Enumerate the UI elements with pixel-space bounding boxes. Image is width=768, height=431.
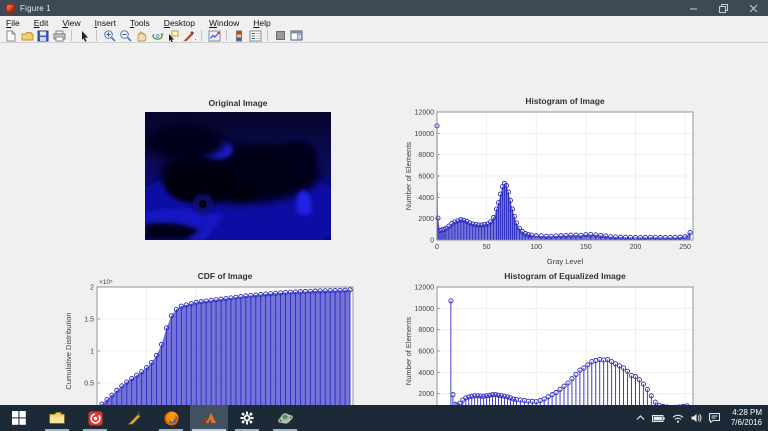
globe-app-icon[interactable]: [266, 405, 304, 431]
menu-edit[interactable]: Edit: [34, 18, 49, 28]
menu-view[interactable]: View: [62, 18, 80, 28]
svg-text:4000: 4000: [418, 370, 434, 377]
legend-icon[interactable]: [248, 29, 262, 42]
figure-canvas: Original Image 0 50 100 150 200 250 0 20…: [0, 44, 768, 426]
toolbar-separator: [96, 30, 97, 41]
svg-text:0: 0: [430, 238, 434, 245]
svg-text:200: 200: [630, 244, 642, 251]
toolbar-separator: [71, 30, 72, 41]
menu-file[interactable]: File: [6, 18, 20, 28]
data-cursor-icon[interactable]: [166, 29, 180, 42]
menu-tools[interactable]: Tools: [130, 18, 150, 28]
brush-icon[interactable]: [182, 29, 196, 42]
minimize-button[interactable]: [678, 0, 708, 16]
y-axis-label: Number of Elements: [404, 142, 413, 211]
svg-text:6000: 6000: [418, 174, 434, 181]
taskbar-clock[interactable]: 4:28 PM 7/6/2016: [727, 408, 762, 428]
menu-desktop[interactable]: Desktop: [164, 18, 195, 28]
svg-text:12000: 12000: [415, 110, 435, 117]
close-button[interactable]: [738, 0, 768, 16]
menu-bar: File Edit View Insert Tools Desktop Window Help: [0, 16, 768, 29]
chart-title: CDF of Image: [198, 271, 253, 281]
new-file-icon[interactable]: [4, 29, 18, 42]
firefox-icon[interactable]: [152, 405, 190, 431]
svg-text:100: 100: [530, 244, 542, 251]
maximize-button[interactable]: [708, 0, 738, 16]
hide-plot-tools-icon[interactable]: [273, 29, 287, 42]
svg-text:12000: 12000: [415, 285, 435, 292]
svg-text:×10⁵: ×10⁵: [99, 279, 113, 286]
chart-title: Histogram of Image: [525, 96, 605, 106]
svg-text:1: 1: [90, 349, 94, 356]
open-folder-icon[interactable]: [20, 29, 34, 42]
settings-gear-icon[interactable]: [228, 405, 266, 431]
zoom-in-icon[interactable]: [102, 29, 116, 42]
title-bar[interactable]: Figure 1: [0, 0, 768, 16]
show-plot-tools-icon[interactable]: [289, 29, 303, 42]
menu-help[interactable]: Help: [253, 18, 270, 28]
svg-text:10000: 10000: [415, 306, 435, 313]
subplot-original-image: Original Image: [110, 92, 370, 252]
chevron-up-icon[interactable]: [636, 413, 645, 423]
svg-text:6000: 6000: [418, 349, 434, 356]
svg-text:1.5: 1.5: [84, 317, 94, 324]
y-axis-label: Number of Elements: [404, 317, 413, 386]
y-axis-label: Cumulative Distribution: [64, 312, 73, 389]
svg-text:4000: 4000: [418, 195, 434, 202]
svg-text:250: 250: [679, 244, 691, 251]
svg-text:10000: 10000: [415, 131, 435, 138]
clock-time: 4:28 PM: [732, 408, 762, 417]
system-tray: 4:28 PM 7/6/2016: [636, 405, 768, 431]
file-explorer-icon[interactable]: [38, 405, 76, 431]
svg-text:2: 2: [90, 285, 94, 292]
plot-title: Original Image: [208, 98, 268, 108]
print-icon[interactable]: [52, 29, 66, 42]
rotate-3d-icon[interactable]: [150, 29, 164, 42]
toolbar-separator: [226, 30, 227, 41]
wifi-icon[interactable]: [672, 413, 684, 423]
pan-icon[interactable]: [134, 29, 148, 42]
start-icon[interactable]: [0, 405, 38, 431]
clock-date: 7/6/2016: [730, 418, 762, 427]
matlab-icon[interactable]: [190, 405, 228, 431]
matlab-figure-icon: [5, 3, 15, 13]
svg-text:150: 150: [580, 244, 592, 251]
svg-text:2000: 2000: [418, 391, 434, 398]
windows-taskbar: 4:28 PM 7/6/2016: [0, 405, 768, 431]
battery-icon[interactable]: [651, 413, 665, 423]
window-title: Figure 1: [20, 3, 51, 13]
svg-text:8000: 8000: [418, 152, 434, 159]
subplot-histogram-of-image: 0 50 100 150 200 250 0 2000 4000 6000 8000 10000 120…: [400, 92, 720, 274]
paint-brush-app-icon[interactable]: [114, 405, 152, 431]
svg-text:50: 50: [483, 244, 491, 251]
save-icon[interactable]: [36, 29, 50, 42]
svg-text:8000: 8000: [418, 327, 434, 334]
menu-insert[interactable]: Insert: [95, 18, 116, 28]
matlab-figure-window: Figure 1 File Edit View Insert Tools Desktop W…: [0, 0, 768, 431]
pointer-icon[interactable]: [77, 29, 91, 42]
figure-toolbar: [0, 29, 768, 43]
chart-title: Histogram of Equalized Image: [504, 271, 626, 281]
notification-icon[interactable]: [708, 413, 720, 423]
svg-text:0: 0: [435, 244, 439, 251]
recorder-app-icon[interactable]: [76, 405, 114, 431]
toolbar-separator: [201, 30, 202, 41]
svg-text:0.5: 0.5: [84, 381, 94, 388]
toolbar-separator: [267, 30, 268, 41]
volume-icon[interactable]: [691, 413, 702, 423]
colorbar-icon[interactable]: [232, 29, 246, 42]
link-plot-icon[interactable]: [207, 29, 221, 42]
original-image: [145, 112, 331, 240]
x-axis-label: Gray Level: [547, 257, 584, 266]
zoom-out-icon[interactable]: [118, 29, 132, 42]
menu-window[interactable]: Window: [209, 18, 239, 28]
svg-text:2000: 2000: [418, 216, 434, 223]
